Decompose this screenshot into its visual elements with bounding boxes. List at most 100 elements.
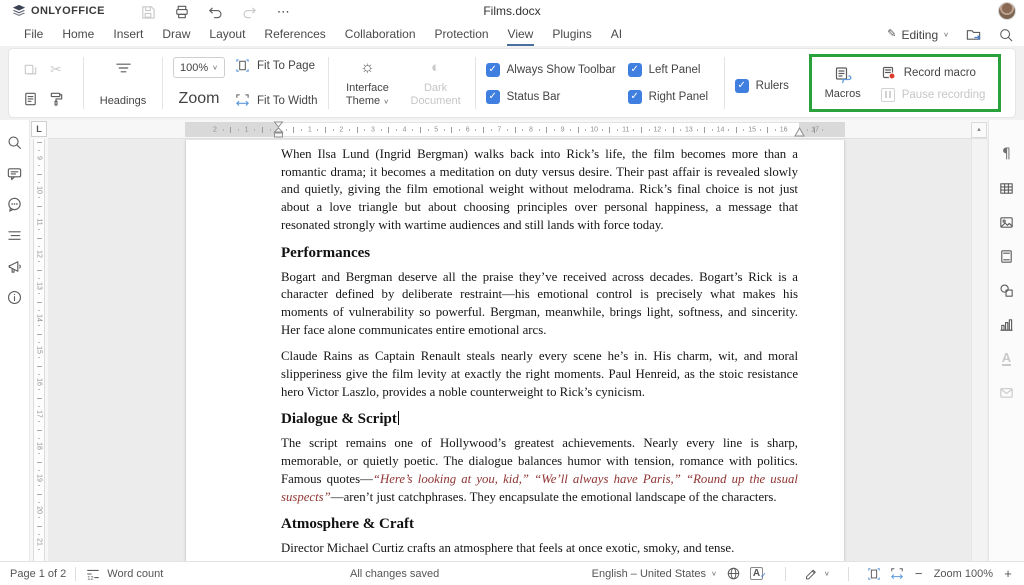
heading-performances: Performances [281, 244, 798, 262]
panels-checkbox-column-2: ✓ Left Panel ✓ Right Panel [628, 54, 714, 112]
tab-home[interactable]: Home [61, 24, 95, 46]
print-button[interactable] [173, 2, 191, 20]
mail-merge-button[interactable] [997, 382, 1017, 402]
vertical-scrollbar[interactable] [971, 139, 987, 561]
chevron-down-icon: ∨ [212, 64, 218, 70]
find-button[interactable] [5, 132, 25, 152]
track-changes-button[interactable]: ∨ [804, 566, 830, 581]
chevron-down-icon: ∨ [943, 31, 949, 37]
tab-file[interactable]: File [23, 24, 44, 46]
indent-markers[interactable] [273, 120, 284, 139]
tab-layout[interactable]: Layout [208, 24, 246, 46]
zoom-in-button[interactable]: + [1002, 566, 1014, 581]
tab-protection[interactable]: Protection [434, 24, 490, 46]
table-settings-button[interactable] [997, 178, 1017, 198]
text-art-settings-button[interactable]: A [997, 348, 1017, 368]
left-panel-checkbox[interactable]: ✓ Left Panel [628, 63, 714, 77]
language-selector[interactable]: English – United States ∨ [592, 568, 717, 580]
open-file-location-button[interactable] [965, 26, 982, 43]
ruler-left-margin: 21 [185, 122, 278, 137]
tab-collaboration[interactable]: Collaboration [344, 24, 417, 46]
word-count-button[interactable]: 12 Word count [85, 566, 163, 582]
comments-button[interactable] [5, 163, 25, 183]
fit-to-page-label: Fit To Page [257, 60, 315, 72]
tab-ai[interactable]: AI [610, 24, 623, 46]
autosave-status: All changes saved [350, 568, 439, 580]
scroll-up-button[interactable]: ▲ [971, 122, 987, 138]
horizontal-ruler-unit: 8 [499, 123, 531, 136]
shape-settings-button[interactable] [997, 280, 1017, 300]
navigation-headings-button[interactable] [5, 225, 25, 245]
status-bar-checkbox[interactable]: ✓ Status Bar [486, 90, 618, 104]
tab-row-actions: ✎ Editing ∨ [887, 26, 1014, 46]
save-button[interactable] [139, 2, 157, 20]
zoom-value-dropdown[interactable]: 100% ∨ [173, 57, 225, 78]
document-text: When Ilsa Lund (Ingrid Bergman) walks ba… [186, 140, 844, 558]
horizontal-ruler-unit: 2 [310, 123, 342, 136]
fit-to-width-toggle[interactable] [890, 567, 904, 581]
horizontal-ruler-unit: 11 [594, 123, 626, 136]
copy-style-button[interactable] [48, 90, 65, 107]
chart-settings-button[interactable] [997, 314, 1017, 334]
header-footer-settings-button[interactable] [997, 246, 1017, 266]
document-language-button[interactable] [726, 566, 741, 581]
clipboard-group: ✂ [17, 54, 73, 112]
statusbar-separator [75, 567, 76, 581]
horizontal-ruler-unit: 5 [405, 123, 437, 136]
statusbar-separator [848, 567, 849, 581]
rulers-checkbox[interactable]: ✓ Rulers [735, 79, 789, 93]
macros-icon [833, 65, 853, 85]
customize-toolbar-button[interactable]: ⋯ [275, 2, 293, 20]
record-macro-button[interactable]: Record macro [881, 65, 986, 81]
tab-view[interactable]: View [507, 24, 535, 46]
vertical-ruler-band: 9101112131415161718192021 [33, 139, 45, 561]
spell-check-button[interactable]: A ✓ [750, 567, 767, 580]
chevron-down-icon: ∨ [711, 570, 717, 576]
feedback-button[interactable] [5, 256, 25, 276]
word-count-label: Word count [107, 568, 163, 580]
redo-button[interactable] [241, 2, 259, 20]
vertical-ruler[interactable]: L 9101112131415161718192021 [30, 120, 48, 561]
heading-dialogue-script: Dialogue & Script [281, 410, 798, 428]
search-button[interactable] [998, 27, 1014, 43]
copy-button[interactable] [22, 62, 39, 79]
zoom-out-button[interactable]: − [913, 566, 925, 581]
right-indent-marker[interactable] [794, 126, 805, 138]
tab-stop-selector[interactable]: L [31, 121, 47, 137]
user-avatar[interactable] [998, 2, 1016, 20]
zoom-level[interactable]: Zoom 100% [934, 568, 993, 580]
cut-button[interactable]: ✂ [50, 61, 62, 79]
macros-button[interactable]: Macros [821, 61, 865, 105]
chat-button[interactable] [5, 194, 25, 214]
tab-draw[interactable]: Draw [161, 24, 191, 46]
editing-mode-selector[interactable]: ✎ Editing ∨ [887, 28, 949, 42]
paste-button[interactable] [22, 90, 39, 107]
horizontal-ruler-unit: 10 [563, 123, 595, 136]
pause-recording-button[interactable]: Pause recording [881, 88, 986, 102]
paragraph: Claude Rains as Captain Renault steals n… [281, 348, 798, 401]
tab-insert[interactable]: Insert [112, 24, 144, 46]
fit-to-page-toggle[interactable] [867, 567, 881, 581]
headings-button[interactable]: Headings [94, 54, 152, 112]
right-panel-checkbox[interactable]: ✓ Right Panel [628, 90, 714, 104]
fit-to-page-button[interactable]: Fit To Page [235, 58, 318, 73]
svg-text:12: 12 [88, 575, 94, 581]
tab-plugins[interactable]: Plugins [551, 24, 592, 46]
right-panel-label: Right Panel [649, 91, 708, 103]
page-indicator[interactable]: Page 1 of 2 [10, 568, 66, 580]
undo-button[interactable] [207, 2, 225, 20]
image-settings-button[interactable] [997, 212, 1017, 232]
app-logo: ONLYOFFICE [12, 4, 105, 18]
interface-theme-button[interactable]: ☼ Interface Theme ∨ [339, 54, 397, 112]
paragraph-settings-button[interactable]: ¶ [997, 144, 1017, 164]
fit-to-width-button[interactable]: Fit To Width [235, 93, 318, 108]
horizontal-ruler[interactable]: 21 12345678910111213141516 17 [48, 120, 988, 139]
macros-highlight-box: Macros Record macro Pause recording [809, 54, 1002, 112]
tab-references[interactable]: References [263, 24, 326, 46]
dark-document-button[interactable]: ◐ Dark Document [407, 54, 465, 112]
always-show-toolbar-checkbox[interactable]: ✓ Always Show Toolbar [486, 63, 618, 77]
document-page[interactable]: When Ilsa Lund (Ingrid Bergman) walks ba… [185, 140, 845, 561]
headings-label: Headings [100, 95, 146, 108]
zoom-group: 100% ∨ Zoom [173, 54, 225, 112]
about-button[interactable] [5, 287, 25, 307]
